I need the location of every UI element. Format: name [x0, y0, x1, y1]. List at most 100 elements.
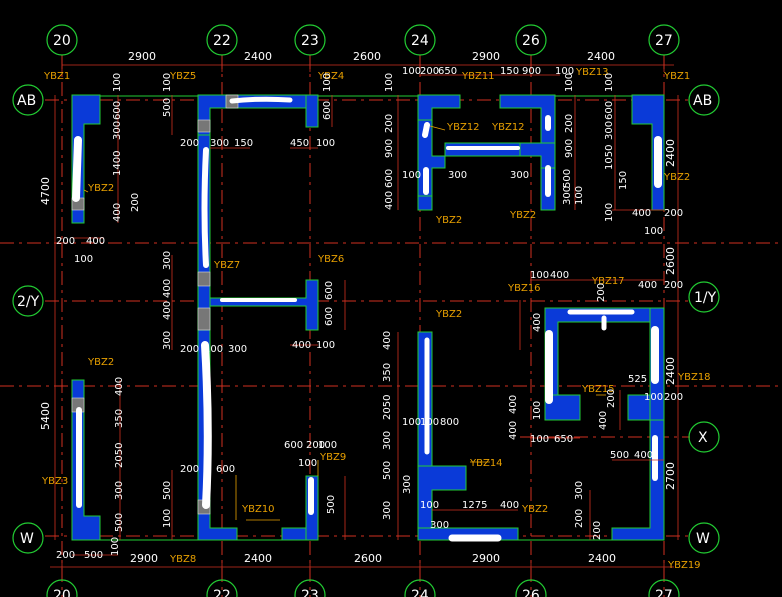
dim: 100 — [318, 440, 337, 451]
dim: 300 — [112, 121, 123, 140]
dim: 600 — [216, 464, 235, 475]
dim: 100 — [74, 254, 93, 265]
label-ybz3: YBZ3 — [41, 476, 68, 487]
dim: 400 — [384, 191, 395, 210]
label-ybz14: YBZ14 — [469, 458, 503, 469]
axis-left-AB: AB — [17, 93, 36, 109]
dim: 350 — [382, 363, 393, 382]
axis-top-26: 26 — [522, 33, 540, 49]
axis-bottom-24: 24 — [411, 588, 429, 597]
dim: 200 — [606, 389, 617, 408]
dim-right-1: 2400 — [664, 139, 677, 167]
dim: 100 — [420, 500, 439, 511]
label-ybz2-d: YBZ2 — [663, 172, 690, 183]
dim-top-1: 2900 — [128, 50, 156, 63]
dim: 350 — [114, 409, 125, 428]
dim: 1275 — [462, 500, 487, 511]
dim: 500 — [382, 461, 393, 480]
axis-left-2Y: 2/Y — [17, 294, 40, 310]
dim: 900 — [564, 139, 575, 158]
label-ybz10: YBZ10 — [241, 504, 275, 515]
dim: 100 — [604, 203, 615, 222]
dim: 100 — [604, 73, 615, 92]
label-ybz12-a: YBZ12 — [446, 122, 480, 133]
dim: 600 — [384, 169, 395, 188]
dim: 100 — [402, 170, 421, 181]
dim: 200 — [130, 193, 141, 212]
left-dimension-chain: 4700 5400 — [39, 95, 56, 540]
dim: 100 — [532, 401, 543, 420]
dim: 500 — [562, 169, 573, 188]
label-ybz2-c: YBZ2 — [509, 210, 536, 221]
dim: 200 — [384, 114, 395, 133]
dim: 200 — [574, 509, 585, 528]
axis-top-27: 27 — [655, 33, 673, 49]
label-ybz2-g: YBZ2 — [521, 504, 548, 515]
label-ybz2-f: YBZ2 — [87, 357, 114, 368]
dim-right-3: 2400 — [664, 357, 677, 385]
floor-plan-canvas: 2900 2400 2600 2900 2400 2900 2400 2600 … — [0, 24, 782, 597]
label-ybz11: YBZ11 — [461, 71, 495, 82]
dim: 300 — [510, 170, 529, 181]
dim: 300 — [562, 186, 573, 205]
dim: 500 — [114, 513, 125, 532]
dim: 200 — [564, 114, 575, 133]
axis-bottom-22: 22 — [213, 588, 231, 597]
axis-top-22: 22 — [213, 33, 231, 49]
dim: 400 — [112, 203, 123, 222]
dim: 200 — [180, 464, 199, 475]
dim: 150 — [618, 171, 629, 190]
dim: 600 — [322, 101, 333, 120]
axis-right-AB: AB — [693, 93, 712, 109]
dim: 400 — [532, 313, 543, 332]
dim: 150 — [234, 138, 253, 149]
dim: 100 — [564, 73, 575, 92]
dim: 100 — [298, 458, 317, 469]
dim: 400 — [162, 279, 173, 298]
dim: 400 — [500, 500, 519, 511]
dim: 300 — [162, 331, 173, 350]
dim: 100 — [420, 417, 439, 428]
dim: 400 — [598, 411, 609, 430]
dim: 100 — [112, 73, 123, 92]
dim: 300 — [402, 475, 413, 494]
dim: 600 — [324, 281, 335, 300]
dim: 900 — [384, 139, 395, 158]
dim: 100 — [204, 344, 223, 355]
dim-top-4: 2900 — [472, 50, 500, 63]
dim: 200 — [56, 550, 75, 561]
dim: 200 — [592, 521, 603, 540]
dim: 100 — [110, 537, 121, 556]
dim: 1050 — [604, 145, 615, 170]
dim-bottom-2: 2400 — [244, 552, 272, 565]
dim: 300 — [382, 501, 393, 520]
dim: 2050 — [382, 395, 393, 420]
dim: 200 — [596, 283, 607, 302]
axis-bottom-23: 23 — [301, 588, 319, 597]
bottom-dimension-chain: 2900 2400 2600 2900 2400 — [50, 552, 674, 574]
dim: 100 — [402, 417, 421, 428]
dim: 100 — [402, 66, 421, 77]
dim: 650 — [554, 434, 573, 445]
label-ybz18: YBZ18 — [677, 372, 711, 383]
dim: 300 — [430, 520, 449, 531]
label-ybz6: YBZ6 — [317, 254, 344, 265]
dim: 100 — [316, 138, 335, 149]
dim: 300 — [382, 431, 393, 450]
dim-top-3: 2600 — [353, 50, 381, 63]
dim: 600 — [324, 307, 335, 326]
dim: 100 — [574, 186, 585, 205]
dim: 400 — [632, 208, 651, 219]
dim: 400 — [634, 450, 653, 461]
label-ybz19: YBZ19 — [667, 560, 701, 571]
dim-left-2: 5400 — [39, 402, 52, 430]
axis-top-20: 20 — [53, 33, 71, 49]
dim: 100 — [530, 270, 549, 281]
dim-top-5: 2400 — [587, 50, 615, 63]
dim: 300 — [448, 170, 467, 181]
label-ybz2-e: YBZ2 — [435, 309, 462, 320]
dim: 900 — [522, 66, 541, 77]
dim: 500 — [162, 481, 173, 500]
label-ybz5: YBZ5 — [169, 71, 196, 82]
dim: 100 — [316, 340, 335, 351]
